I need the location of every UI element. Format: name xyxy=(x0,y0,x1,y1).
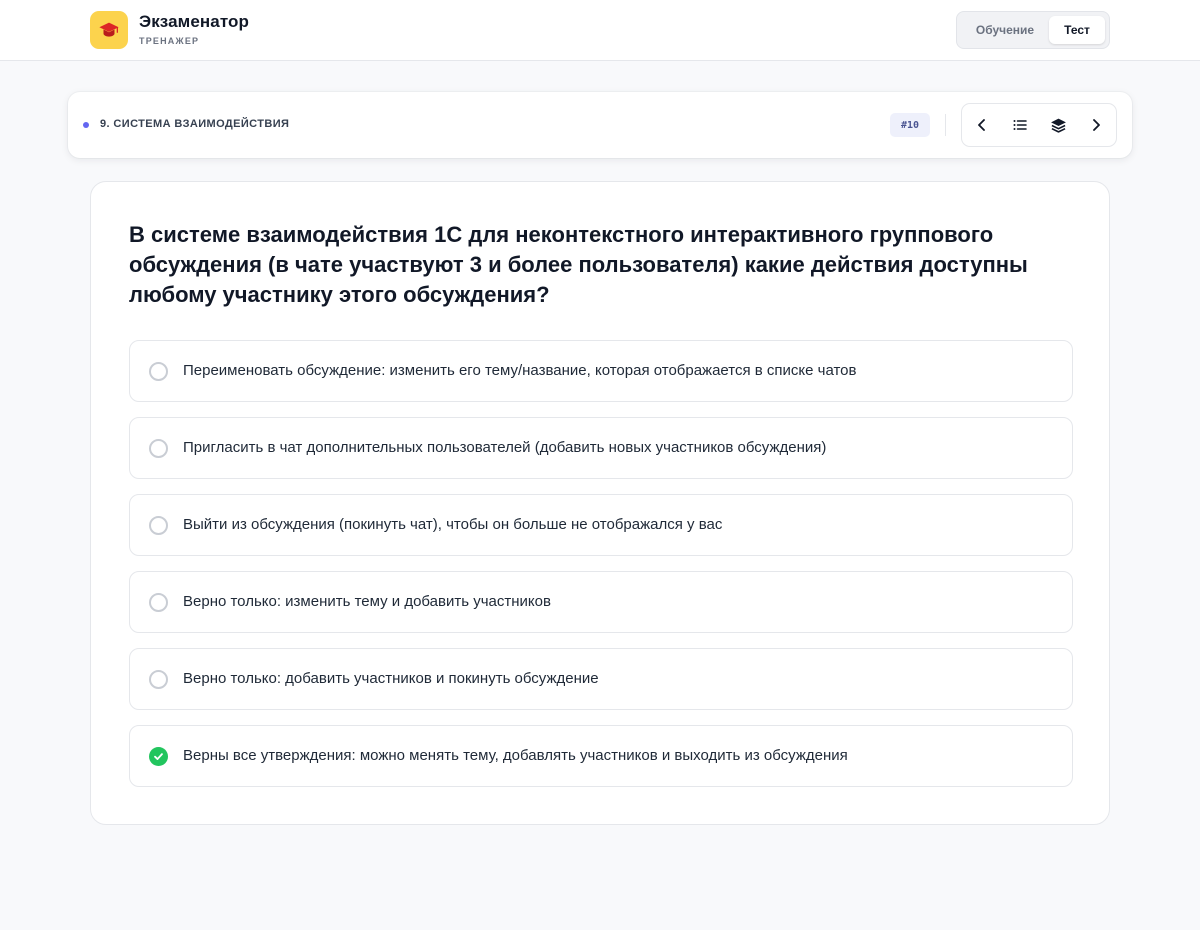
graduation-cap-icon xyxy=(99,22,119,37)
answer-option-label: Переименовать обсуждение: изменить его т… xyxy=(183,362,857,379)
question-card: В системе взаимодействия 1С для неконтек… xyxy=(90,181,1110,825)
question-navigation xyxy=(961,103,1117,147)
app-logo xyxy=(90,11,128,49)
layers-button[interactable] xyxy=(1039,104,1077,146)
list-icon xyxy=(1013,120,1027,130)
topic-bar: 9. СИСТЕМА ВЗАИМОДЕЙСТВИЯ #10 xyxy=(68,92,1132,158)
answer-options: Переименовать обсуждение: изменить его т… xyxy=(129,340,1073,802)
radio-button[interactable] xyxy=(149,439,168,458)
answer-option-label: Верно только: добавить участников и поки… xyxy=(183,670,599,687)
radio-button[interactable] xyxy=(149,516,168,535)
next-button[interactable] xyxy=(1077,104,1115,146)
test-mode-button[interactable]: Тест xyxy=(1049,16,1105,44)
answer-option-label: Выйти из обсуждения (покинуть чат), чтоб… xyxy=(183,516,723,533)
radio-button[interactable] xyxy=(149,362,168,381)
learn-mode-button[interactable]: Обучение xyxy=(962,16,1048,44)
answer-option[interactable]: Верно только: добавить участников и поки… xyxy=(129,648,1073,710)
answer-option-label: Верны все утверждения: можно менять тему… xyxy=(183,747,848,764)
answer-option-label: Верно только: изменить тему и добавить у… xyxy=(183,593,551,610)
answer-option-correct[interactable]: Верны все утверждения: можно менять тему… xyxy=(129,725,1073,787)
answer-option-label: Пригласить в чат дополнительных пользова… xyxy=(183,439,827,456)
answer-option[interactable]: Переименовать обсуждение: изменить его т… xyxy=(129,340,1073,402)
answer-option[interactable]: Выйти из обсуждения (покинуть чат), чтоб… xyxy=(129,494,1073,556)
answer-option[interactable]: Пригласить в чат дополнительных пользова… xyxy=(129,417,1073,479)
radio-button[interactable] xyxy=(149,593,168,612)
answer-option[interactable]: Верно только: изменить тему и добавить у… xyxy=(129,571,1073,633)
question-number-badge: #10 xyxy=(890,113,930,137)
layers-icon xyxy=(1050,118,1066,133)
app-title: Экзаменатор xyxy=(139,12,250,31)
mode-switch: Обучение Тест xyxy=(956,11,1110,49)
topic-title: 9. СИСТЕМА ВЗАИМОДЕЙСТВИЯ xyxy=(100,118,290,130)
chevron-right-icon xyxy=(1093,119,1100,131)
check-icon xyxy=(154,753,163,760)
divider xyxy=(945,114,946,136)
question-text: В системе взаимодействия 1С для неконтек… xyxy=(129,222,1028,307)
radio-button-checked[interactable] xyxy=(149,747,168,766)
app-header: Экзаменатор ТРЕНАЖЕР Обучение Тест xyxy=(0,0,1200,61)
radio-button[interactable] xyxy=(149,670,168,689)
list-button[interactable] xyxy=(1001,104,1039,146)
app-subtitle: ТРЕНАЖЕР xyxy=(139,36,200,46)
topic-dot xyxy=(83,122,89,128)
prev-button[interactable] xyxy=(963,104,1001,146)
chevron-left-icon xyxy=(978,119,985,131)
